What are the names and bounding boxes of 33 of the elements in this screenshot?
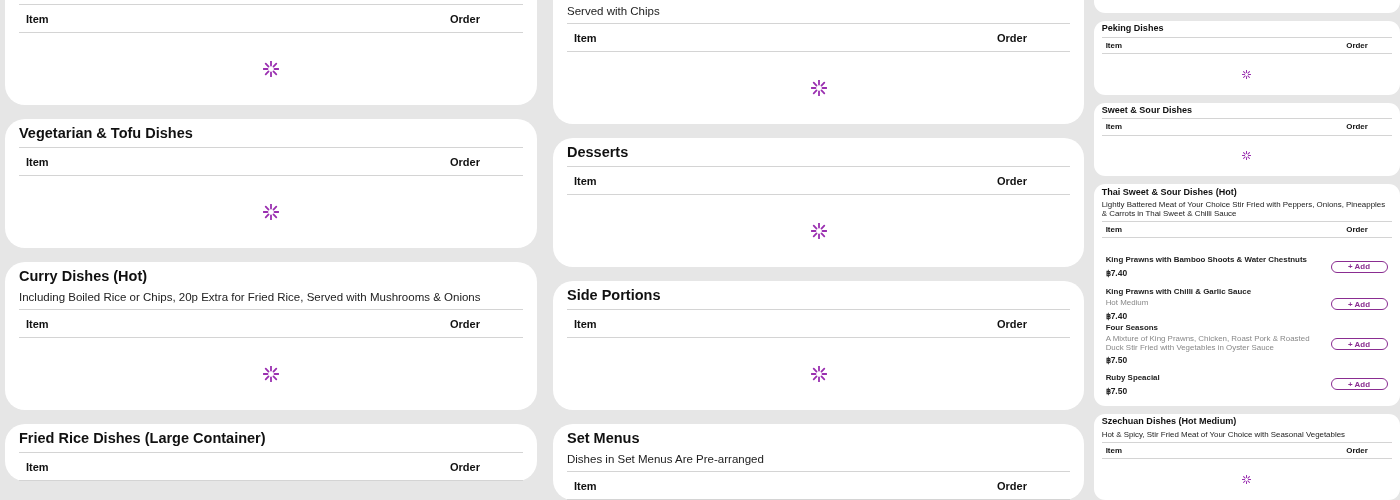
column-header: Item (26, 460, 49, 473)
column-header: Item (574, 479, 597, 492)
section-title: Set Menus (567, 429, 641, 448)
section-title: Thai Sweet & Sour Dishes (Hot) (1101, 185, 1238, 199)
column-header: Order (997, 479, 1027, 492)
section-title: Vegetarian & Tofu Dishes (19, 124, 194, 143)
section-description: Including Boiled Rice or Chips, 20p Extra for Fried Rice, Served with Mushrooms & Onions (19, 290, 482, 305)
section-title: Desserts (567, 143, 630, 162)
item-price: ฿7.40 (1105, 311, 1129, 321)
section-description: Dishes in Set Menus Are Pre-arranged (567, 452, 765, 467)
column-header: Order (997, 174, 1027, 187)
column-header: Order (450, 12, 480, 25)
item-price: ฿7.50 (1105, 355, 1129, 366)
column-header: Item (26, 317, 49, 330)
column-header: Item (574, 31, 597, 44)
column-header: Item (26, 155, 49, 168)
section-title: Fried Rice Dishes (Large Container) (19, 429, 267, 448)
item-price: ฿7.40 (1105, 268, 1129, 279)
section-title: Side Portions (567, 286, 662, 305)
column-header: Order (450, 155, 480, 168)
column-header: Order (450, 460, 480, 473)
column-header: Item (574, 317, 597, 330)
section-title: Curry Dishes (Hot) (19, 267, 149, 286)
section-description: Served with Chips (567, 4, 661, 19)
item-price: ฿7.50 (1105, 385, 1129, 396)
column-header: Order (997, 317, 1027, 330)
section-title: Sweet & Sour Dishes (1101, 103, 1194, 117)
column-header: Order (450, 317, 480, 330)
column-header: Item (574, 174, 597, 187)
section-title: Peking Dishes (1101, 22, 1165, 36)
section-title: Szechuan Dishes (Hot Medium) (1101, 415, 1238, 429)
column-header: Order (997, 31, 1027, 44)
column-header: Item (26, 12, 49, 25)
